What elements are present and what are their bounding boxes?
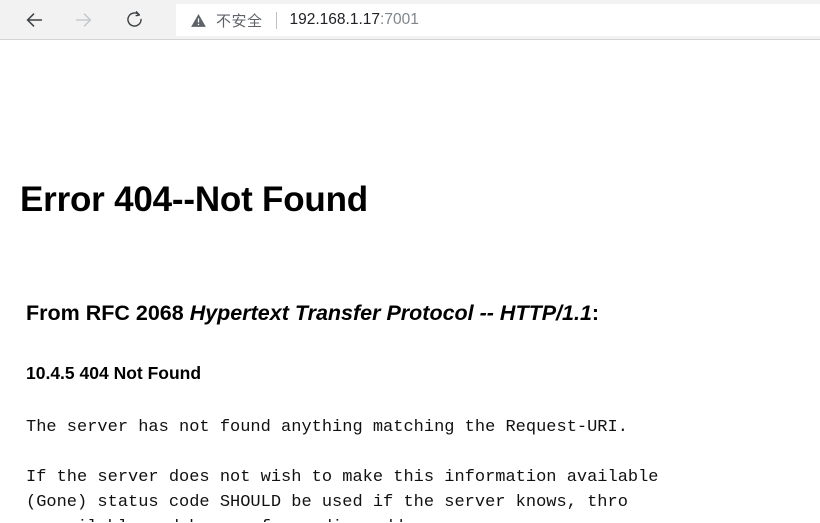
omnibox-divider [275, 11, 277, 29]
security-status-label: 不安全 [216, 12, 263, 30]
rfc-spec-title: Hypertext Transfer Protocol -- HTTP/1.1 [189, 301, 592, 325]
paragraph-2-line-1: If the server does not wish to make this… [26, 468, 659, 487]
url-port: :7001 [380, 11, 419, 28]
reload-icon [124, 9, 145, 30]
paragraph-1: The server has not found anything matchi… [26, 418, 628, 437]
forward-button[interactable] [64, 0, 104, 40]
url-host: 192.168.1.17 [289, 11, 381, 28]
arrow-left-icon [23, 9, 45, 31]
error-page-content: Error 404--Not Found From RFC 2068 Hyper… [0, 40, 820, 522]
rfc-prefix-text: From RFC 2068 [26, 301, 190, 325]
browser-toolbar: 不安全 192.168.1.17:7001 [0, 0, 820, 40]
arrow-right-icon [73, 9, 95, 31]
reload-button[interactable] [114, 0, 154, 40]
warning-triangle-icon[interactable] [190, 12, 207, 29]
error-description: The server has not found anything matchi… [26, 415, 820, 522]
rfc-reference-heading: From RFC 2068 Hypertext Transfer Protoco… [26, 301, 599, 326]
address-bar[interactable]: 不安全 192.168.1.17:7001 [176, 4, 820, 36]
rfc-suffix-text: : [591, 301, 600, 325]
page-title: Error 404--Not Found [20, 180, 368, 219]
paragraph-2-line-3: unavailable and has no forwarding addres… [26, 518, 454, 522]
back-button[interactable] [14, 0, 54, 40]
paragraph-2-line-2: (Gone) status code SHOULD be used if the… [26, 493, 628, 512]
url-text: 192.168.1.17:7001 [290, 11, 419, 29]
section-heading: 10.4.5 404 Not Found [26, 363, 202, 383]
